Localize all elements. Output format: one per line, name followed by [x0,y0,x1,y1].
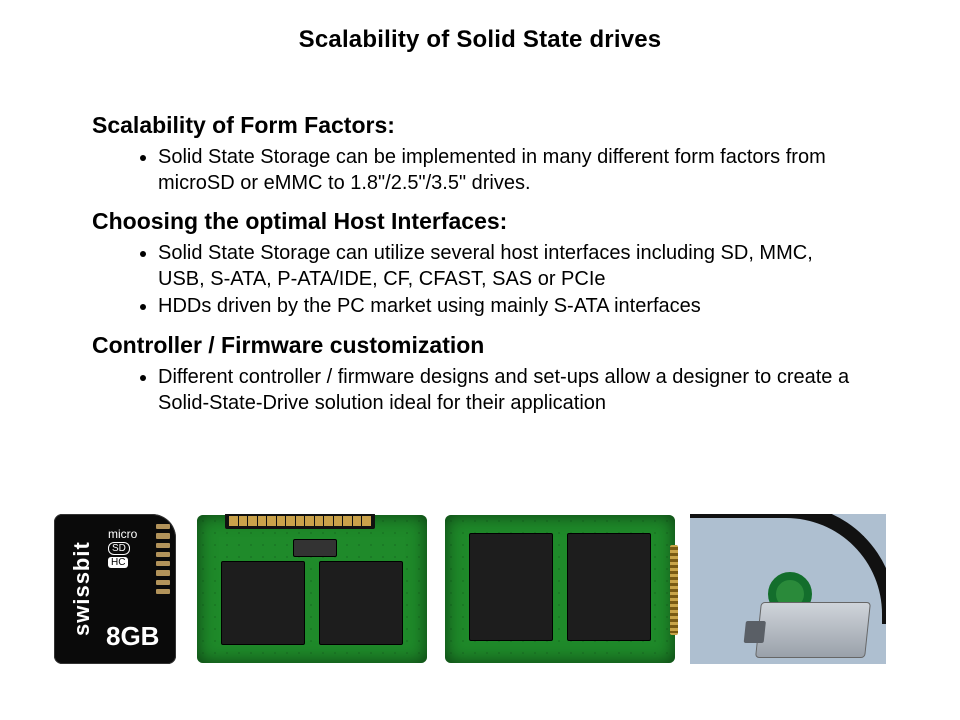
image-msata-ssd-module [442,514,678,664]
bullet: Different controller / firmware designs … [158,365,868,416]
microsd-card-graphic: swissbit micro SD HC 8GB [54,514,176,664]
cable-connector-plug [755,602,871,658]
sas-cable-graphic [690,514,886,664]
microsd-logo: micro SD HC [108,528,158,576]
bullets-host-interfaces: Solid State Storage can utilize several … [92,241,868,320]
msata-pcb-graphic [445,515,675,663]
nand-chip [567,533,651,641]
microsd-brand-text: swissbit [62,524,102,654]
section-heading-form-factors: Scalability of Form Factors: [92,112,868,139]
image-sata-ssd-module [194,514,430,664]
image-microsd-card: swissbit micro SD HC 8GB [48,514,182,664]
slide-body: Scalability of Form Factors: Solid State… [0,54,960,416]
image-sas-cable [690,514,886,664]
microsd-logo-hc: HC [108,557,128,568]
nand-chip [319,561,403,645]
bullet: Solid State Storage can be implemented i… [158,145,868,196]
sata-connector [225,514,375,529]
bullets-controller: Different controller / firmware designs … [92,365,868,416]
msata-edge-connector [670,545,678,635]
bullet: HDDs driven by the PC market using mainl… [158,294,868,320]
bullet: Solid State Storage can utilize several … [158,241,868,292]
bullets-form-factors: Solid State Storage can be implemented i… [92,145,868,196]
nand-chip [469,533,553,641]
microsd-logo-sd: SD [108,542,130,555]
section-heading-host-interfaces: Choosing the optimal Host Interfaces: [92,208,868,235]
slide-title: Scalability of Solid State drives [0,0,960,54]
section-heading-controller: Controller / Firmware customization [92,332,868,359]
sata-pcb-graphic [197,515,427,663]
nand-chip [221,561,305,645]
controller-chip [293,539,337,557]
images-row: swissbit micro SD HC 8GB [48,514,912,664]
microsd-capacity: 8GB [106,621,159,652]
microsd-logo-line1: micro [108,527,137,541]
microsd-contacts [156,524,170,594]
